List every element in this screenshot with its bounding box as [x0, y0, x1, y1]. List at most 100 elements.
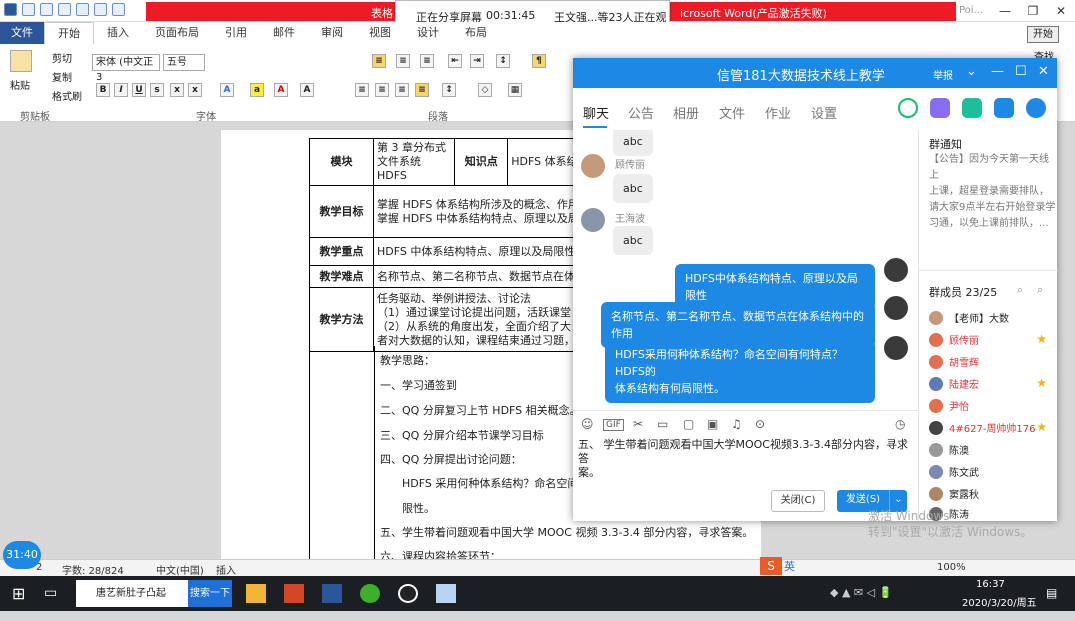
word-count[interactable]: 字数: 28/824	[62, 562, 124, 577]
paste-icon[interactable]	[10, 50, 32, 72]
start-button[interactable]: 开始	[1027, 26, 1059, 43]
folder-icon[interactable]: ▭	[657, 417, 668, 431]
member-item[interactable]: 4#627-周帅帅176	[929, 420, 1036, 435]
tab-view[interactable]: 视图	[356, 22, 404, 44]
browser-icon[interactable]	[360, 584, 380, 603]
open-folder-icon[interactable]	[94, 3, 107, 16]
tab-chat[interactable]: 聊天	[583, 103, 609, 122]
text-effect-icon[interactable]: A	[220, 83, 234, 97]
notice-content[interactable]: 【公告】因为今天第一天线上 上课，超星登录需要排队， 请大家9点半左右开始登录学…	[929, 152, 1057, 232]
phone-call-icon[interactable]	[898, 98, 918, 118]
video-call-icon[interactable]	[930, 98, 950, 118]
notifications-icon[interactable]: ▤	[1046, 586, 1057, 613]
format-painter-button[interactable]: 格式刷	[52, 88, 82, 103]
superscript-icon[interactable]: x	[188, 83, 202, 97]
tab-notice[interactable]: 公告	[628, 103, 654, 122]
italic-icon[interactable]: I	[114, 83, 128, 97]
more-icon[interactable]	[1026, 98, 1046, 118]
insert-mode[interactable]: 插入	[216, 562, 236, 577]
tab-references[interactable]: 引用	[212, 22, 260, 44]
tab-insert[interactable]: 插入	[94, 22, 142, 44]
report-button[interactable]: 举报	[933, 67, 953, 82]
tab-design[interactable]: 设计	[404, 22, 452, 44]
chat-history[interactable]: abc 顾传丽 abc 王海波 abc HDFS中体系结构特点、原理以及局限性 …	[573, 130, 918, 410]
undo-icon[interactable]	[40, 3, 53, 16]
multilevel-list-icon[interactable]: ≡	[420, 54, 434, 68]
message-input[interactable]: 五、 学生带着问题观看中国大学MOOC视频3.3-3.4部分内容，寻求答 案。	[573, 438, 918, 488]
tab-mailings[interactable]: 邮件	[260, 22, 308, 44]
sort-icon[interactable]: ↕	[496, 54, 510, 68]
increase-indent-icon[interactable]: ⇥	[470, 54, 484, 68]
search-button[interactable]: 搜索一下	[188, 580, 232, 607]
powerpoint-icon[interactable]	[284, 584, 304, 603]
tab-page-layout[interactable]: 页面布局	[142, 22, 212, 44]
strikethrough-icon[interactable]: s	[150, 83, 164, 97]
member-item[interactable]: 陈文武	[929, 464, 979, 479]
avatar[interactable]	[581, 154, 605, 178]
classroom-icon[interactable]	[962, 98, 982, 118]
clock-date[interactable]: 2020/3/20/周五	[962, 594, 1037, 621]
cut-button[interactable]: 剪切	[52, 50, 72, 65]
subscript-icon[interactable]: x	[170, 83, 184, 97]
copy-button[interactable]: 复制	[52, 69, 72, 84]
minimize-icon[interactable]: —	[991, 64, 1004, 79]
image-viewer-icon[interactable]	[436, 584, 456, 603]
bold-icon[interactable]: B	[96, 83, 110, 97]
recording-timer[interactable]: 31:40	[3, 541, 41, 569]
underline-icon[interactable]: U	[132, 83, 146, 97]
close-icon[interactable]: ✕	[1038, 64, 1049, 79]
align-left-icon[interactable]: ≡	[355, 83, 369, 97]
justify-icon[interactable]: ≡	[415, 83, 429, 97]
more-tools-icon[interactable]: ⊙	[755, 417, 765, 431]
image-icon[interactable]: ▣	[707, 417, 718, 431]
avatar[interactable]	[884, 296, 908, 320]
member-item[interactable]: 顾传丽	[929, 332, 979, 347]
tab-home[interactable]: 开始	[44, 21, 94, 45]
sogou-ime-icon[interactable]: S	[760, 557, 782, 575]
language[interactable]: 中文(中国)	[156, 562, 204, 577]
highlight-icon[interactable]: a	[250, 83, 264, 97]
share-screen-icon[interactable]	[994, 98, 1014, 118]
avatar[interactable]	[884, 336, 908, 360]
font-name-combo[interactable]: 宋体 (中文正3	[92, 54, 160, 83]
screenshot-icon[interactable]: ▢	[683, 417, 694, 431]
ime-language[interactable]: 英	[784, 558, 795, 585]
close-icon[interactable]: ✕	[1047, 0, 1075, 22]
qq-icon[interactable]	[398, 584, 418, 603]
avatar[interactable]	[581, 208, 605, 232]
avatar[interactable]	[884, 258, 908, 282]
borders-icon[interactable]: ▦	[508, 83, 522, 97]
emoji-icon[interactable]: ☺	[581, 417, 594, 431]
browser-search-box[interactable]: 唐艺新肚子凸起	[76, 580, 188, 607]
tab-files[interactable]: 文件	[719, 103, 745, 122]
font-color-icon[interactable]: A	[274, 83, 288, 97]
member-item[interactable]: 陆建宏	[929, 376, 979, 391]
align-right-icon[interactable]: ≡	[395, 83, 409, 97]
windows-start-icon[interactable]: ⊞	[12, 580, 34, 607]
show-marks-icon[interactable]: ¶	[532, 54, 546, 68]
member-item[interactable]: 陈澳	[929, 442, 969, 457]
char-shading-icon[interactable]: A	[300, 83, 314, 97]
search-icon[interactable]: ⌕	[1037, 283, 1043, 297]
member-item[interactable]: 【老师】大数	[929, 310, 1009, 325]
line-spacing-icon[interactable]: ↕	[442, 83, 456, 97]
chevron-down-icon[interactable]: ⌄	[966, 64, 977, 79]
tab-layout[interactable]: 布局	[452, 22, 500, 44]
bullets-icon[interactable]: ≡	[372, 54, 386, 68]
paste-label[interactable]: 粘贴	[10, 77, 30, 92]
search-members-icon[interactable]: ⌕	[1017, 283, 1023, 297]
tab-settings[interactable]: 设置	[811, 103, 837, 122]
shading-icon[interactable]: ◇	[478, 83, 492, 97]
maximize-icon[interactable]: ☐	[1015, 64, 1027, 79]
task-view-icon[interactable]: ▭	[44, 580, 66, 607]
restore-icon[interactable]: ❐	[1019, 0, 1047, 22]
file-explorer-icon[interactable]	[246, 584, 266, 603]
new-doc-icon[interactable]	[76, 3, 89, 16]
tab-file[interactable]: 文件	[0, 22, 44, 44]
minimize-icon[interactable]: —	[991, 0, 1019, 22]
decrease-indent-icon[interactable]: ⇤	[448, 54, 462, 68]
bell-icon[interactable]: ♫	[731, 417, 742, 431]
font-size-combo[interactable]: 五号	[163, 54, 205, 71]
gif-icon[interactable]: GIF	[603, 419, 624, 431]
member-item[interactable]: 胡雪辉	[929, 354, 979, 369]
